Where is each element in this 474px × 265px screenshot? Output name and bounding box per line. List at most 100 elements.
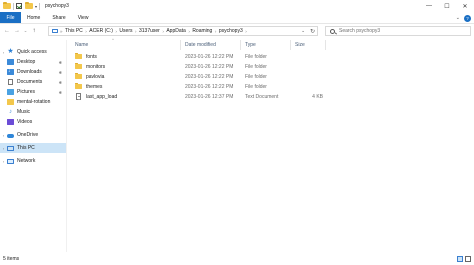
tab-view[interactable]: View (72, 12, 95, 23)
column-header-type[interactable]: Type (241, 40, 291, 50)
sidebar-item-this-pc[interactable]: › This PC (0, 143, 66, 153)
folder-icon[interactable] (3, 1, 11, 9)
help-icon[interactable]: ? (464, 14, 471, 22)
breadcrumb-separator: › (245, 28, 247, 34)
file-date: 2023-01-26 12:22 PM (185, 53, 234, 60)
file-date: 2023-01-26 12:22 PM (185, 73, 234, 80)
pin-icon: ✱ (58, 89, 62, 95)
checkmark-properties-icon[interactable] (16, 3, 22, 9)
breadcrumb-acer-c[interactable]: ACER (C:) (89, 28, 113, 34)
folder-new-icon[interactable] (25, 1, 33, 9)
file-date: 2023-01-26 12:22 PM (185, 83, 234, 90)
large-icons-view-icon[interactable] (465, 256, 471, 262)
file-row[interactable]: monitors 2023-01-26 12:22 PM File folder (67, 62, 367, 71)
file-row[interactable]: last_app_load 2023-01-26 12:37 PM Text D… (67, 92, 367, 101)
expand-chevron-icon[interactable]: › (0, 159, 7, 164)
expand-ribbon-icon[interactable]: ⌄ (456, 15, 460, 21)
view-switcher (457, 256, 471, 262)
pin-icon: ✱ (58, 69, 62, 75)
sidebar-item-label: Pictures (17, 89, 36, 95)
sidebar-item-network[interactable]: › Network (0, 156, 66, 166)
sidebar-item-videos[interactable]: Videos (0, 117, 66, 127)
file-row[interactable]: themes 2023-01-26 12:22 PM File folder (67, 82, 367, 91)
folder-icon (75, 62, 82, 70)
file-type: File folder (245, 63, 267, 70)
this-pc-icon (52, 28, 58, 34)
file-row[interactable]: fonts 2023-01-26 12:22 PM File folder (67, 52, 367, 61)
network-icon (7, 158, 14, 164)
maximize-button[interactable]: ☐ (438, 0, 456, 12)
breadcrumb-this-pc[interactable]: This PC (65, 28, 83, 34)
sidebar-item-label: Network (17, 158, 36, 164)
tab-share[interactable]: Share (46, 12, 71, 23)
folder-icon (75, 72, 82, 80)
column-header-date-modified[interactable]: Date modified (181, 40, 241, 50)
documents-icon (8, 79, 13, 85)
search-box[interactable]: Search psychopy3 (325, 26, 471, 36)
sidebar-item-label: OneDrive (17, 132, 39, 138)
sidebar-item-label: Desktop (17, 59, 36, 65)
search-placeholder[interactable]: Search psychopy3 (339, 28, 380, 34)
address-history-dropdown[interactable]: ⌄ (301, 28, 305, 34)
breadcrumb-users[interactable]: Users (119, 28, 132, 34)
file-size: 4 KB (312, 93, 323, 100)
file-type: Text Document (245, 93, 279, 100)
close-button[interactable]: ✕ (456, 0, 474, 12)
up-button[interactable]: ↑ (29, 24, 39, 38)
expand-chevron-icon[interactable]: › (0, 146, 7, 151)
file-date: 2023-01-26 12:22 PM (185, 63, 234, 70)
sidebar-item-label: This PC (17, 145, 35, 151)
forward-button[interactable]: → (12, 24, 22, 38)
file-size (295, 82, 323, 91)
ribbon: File Home Share View ⌄ ? (0, 12, 474, 24)
sidebar-item-pictures[interactable]: Pictures ✱ (0, 87, 66, 97)
sidebar-item-mental-rotation[interactable]: mental-rotation (0, 97, 66, 107)
address-bar[interactable]: » This PC › ACER (C:) › Users › 3137user… (48, 26, 318, 36)
breadcrumb-appdata[interactable]: AppData (166, 28, 185, 34)
file-type: File folder (245, 83, 267, 90)
item-count: 5 items (3, 256, 20, 262)
column-header-size[interactable]: Size (291, 40, 326, 50)
sidebar-item-music[interactable]: ♪ Music (0, 107, 66, 117)
breadcrumb-separator: › (134, 28, 137, 34)
sidebar-item-quick-access[interactable]: › ★ Quick access (0, 47, 66, 57)
videos-icon (7, 119, 14, 125)
refresh-icon[interactable]: ↻ (310, 28, 315, 35)
tab-home[interactable]: Home (21, 12, 46, 23)
breadcrumb-separator: › (115, 28, 117, 34)
folder-icon (7, 99, 14, 105)
file-size (295, 52, 323, 61)
back-button[interactable]: ← (2, 24, 12, 38)
tab-file[interactable]: File (0, 12, 21, 23)
desktop-icon (7, 59, 14, 65)
details-view-icon[interactable] (457, 256, 463, 262)
file-type: File folder (245, 53, 267, 60)
breadcrumb-user[interactable]: 3137user (139, 28, 160, 34)
minimize-button[interactable]: — (420, 0, 438, 12)
file-row[interactable]: pavlovia 2023-01-26 12:22 PM File folder (67, 72, 367, 81)
breadcrumb-psychopy3[interactable]: psychopy3 (219, 28, 243, 34)
pictures-icon (7, 89, 14, 95)
sidebar-item-downloads[interactable]: Downloads ✱ (0, 67, 66, 77)
breadcrumb-separator: › (214, 28, 217, 34)
expand-chevron-icon[interactable]: › (0, 50, 7, 55)
address-root-chevron[interactable]: » (60, 29, 63, 34)
star-icon: ★ (7, 48, 14, 55)
this-pc-icon (7, 145, 14, 151)
column-header-name[interactable]: Name (71, 40, 181, 50)
recent-locations-button[interactable]: ⌄ (22, 24, 29, 38)
sidebar-item-documents[interactable]: Documents ✱ (0, 77, 66, 87)
text-document-icon (76, 93, 81, 100)
pin-icon: ✱ (58, 79, 62, 85)
expand-chevron-icon[interactable]: › (0, 133, 7, 138)
customize-dropdown-icon[interactable]: ▾ (35, 4, 37, 9)
file-name: monitors (86, 63, 106, 70)
file-type: File folder (245, 73, 267, 80)
file-name: pavlovia (86, 73, 105, 80)
file-name: themes (86, 83, 103, 90)
title-bar: ▾ psychopy3 — ☐ ✕ (0, 0, 474, 12)
sidebar-item-onedrive[interactable]: › OneDrive (0, 130, 66, 140)
breadcrumb-roaming[interactable]: Roaming (192, 28, 212, 34)
sidebar-item-label: Documents (17, 79, 43, 85)
sidebar-item-desktop[interactable]: Desktop ✱ (0, 57, 66, 67)
